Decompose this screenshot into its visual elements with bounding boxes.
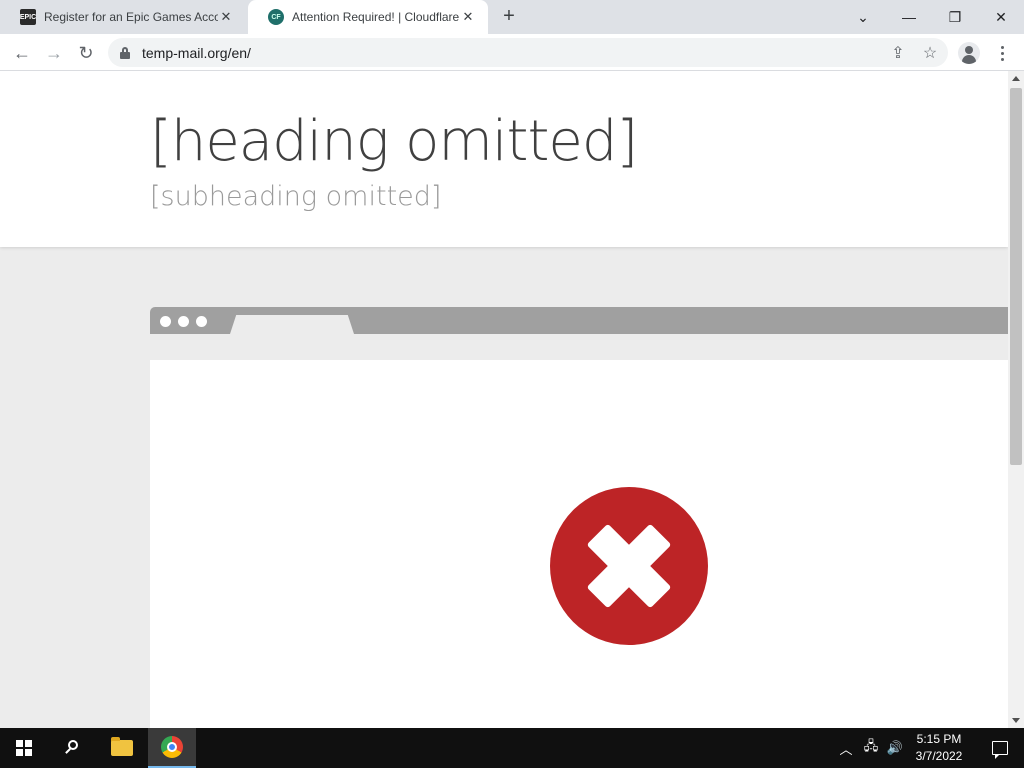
scroll-up-arrow-icon[interactable] [1012,76,1020,81]
clock-time: 5:15 PM [916,732,962,746]
clock-date: 3/7/2022 [915,749,963,763]
reload-button[interactable]: ↻ [72,39,100,67]
illustration-dot [178,316,189,327]
vertical-scrollbar[interactable] [1008,71,1024,728]
file-explorer-icon [111,737,133,756]
scroll-down-arrow-icon[interactable] [1012,718,1020,723]
taskbar-clock[interactable]: 5:15 PM 3/7/2022 [906,731,972,765]
tab-search-icon[interactable]: ⌄ [840,0,886,34]
tab-cloudflare[interactable]: CF Attention Required! | Cloudflare ✕ [248,0,488,34]
minimize-button[interactable]: — [886,0,932,34]
network-icon[interactable]: 🖧 [860,728,882,768]
illustration-dot [160,316,171,327]
menu-kebab-icon[interactable] [990,39,1014,67]
lock-icon[interactable] [120,46,130,59]
windows-start-icon [16,740,32,756]
chrome-icon [161,736,183,758]
forward-button[interactable]: → [40,39,68,67]
illustration-dot [196,316,207,327]
search-button[interactable] [48,728,96,768]
close-tab-icon[interactable]: ✕ [218,9,234,25]
url-text[interactable]: temp-mail.org/en/ [142,45,251,61]
new-tab-button[interactable]: + [498,6,520,27]
tab-title: Attention Required! | Cloudflare [292,10,460,24]
illustration-window [150,360,1008,728]
browser-toolbar: ← → ↻ temp-mail.org/en/ ⇪ ☆ [0,34,1024,71]
file-explorer-button[interactable] [98,728,146,768]
search-icon [64,740,80,756]
tab-strip: EPIC Register for an Epic Games Accou ✕ … [0,0,1024,34]
tab-epic-games[interactable]: EPIC Register for an Epic Games Accou ✕ [0,0,246,34]
page-viewport: [heading omitted] [subheading omitted] [0,71,1008,728]
restore-button[interactable]: ❐ [932,0,978,34]
close-tab-icon[interactable]: ✕ [460,9,476,25]
notification-icon [992,741,1008,759]
bookmark-star-icon[interactable]: ☆ [916,38,944,67]
cloudflare-favicon: CF [268,9,284,25]
start-button[interactable] [0,728,48,768]
volume-icon[interactable]: 🔊 [884,728,906,768]
share-icon[interactable]: ⇪ [884,38,912,67]
windows-taskbar: ︿ 🖧 🔊 5:15 PM 3/7/2022 [0,728,1024,768]
page-headline: [heading omitted] [150,109,638,174]
profile-avatar-icon[interactable] [958,42,980,64]
scroll-thumb[interactable] [1010,88,1022,465]
chrome-taskbar-button[interactable] [148,728,196,768]
red-x-circle-icon [550,487,708,645]
address-bar[interactable]: temp-mail.org/en/ [108,38,948,67]
tray-chevron-icon[interactable]: ︿ [836,728,856,768]
back-button[interactable]: ← [8,39,36,67]
notification-center-button[interactable] [976,728,1024,768]
page-subheading: [subheading omitted] [150,181,442,212]
illustration-tab [230,315,354,334]
close-window-button[interactable]: ✕ [978,0,1024,34]
epic-games-favicon: EPIC [20,9,36,25]
page-header: [heading omitted] [subheading omitted] [0,71,1008,247]
tab-title: Register for an Epic Games Accou [44,10,218,24]
illustration-browser-bar [150,307,1008,334]
